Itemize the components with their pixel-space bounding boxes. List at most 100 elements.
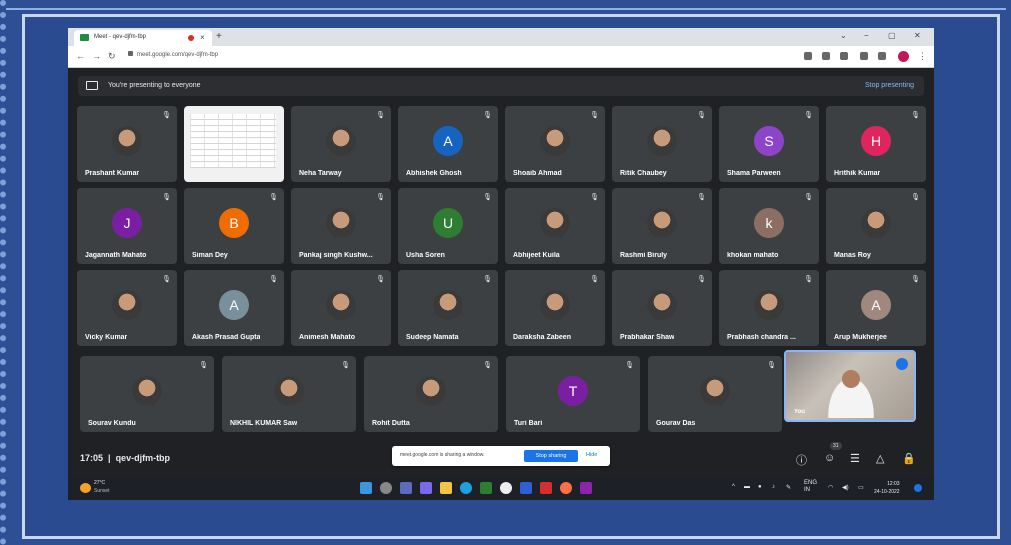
participant-tile[interactable]: 🎙 Pankaj singh Kushw... [291, 188, 391, 264]
self-video-tile[interactable]: You [784, 350, 916, 422]
participant-name: Shoaib Ahmad [513, 170, 562, 177]
volume-icon[interactable]: ◀) [842, 484, 849, 491]
avatar [540, 290, 570, 320]
participant-name: Jagannath Mahato [85, 252, 147, 259]
forward-arrow-icon[interactable]: → [92, 51, 101, 61]
stop-presenting-button[interactable]: Stop presenting [865, 82, 914, 89]
maximize-button[interactable]: ▢ [888, 31, 896, 40]
participant-tile[interactable]: 🎙 A Akash Prasad Gupta [184, 270, 284, 346]
chrome-icon[interactable] [500, 482, 512, 494]
mic-muted-icon: 🎙 [376, 194, 385, 201]
profile-avatar[interactable] [898, 51, 909, 62]
edge-icon[interactable] [460, 482, 472, 494]
extensions-icon[interactable] [860, 52, 868, 60]
mic-muted-icon: 🎙 [162, 112, 171, 119]
onenote-icon[interactable] [580, 482, 592, 494]
mic-muted-icon: 🎙 [911, 194, 920, 201]
share-icon[interactable] [822, 52, 830, 60]
participant-tile[interactable]: 🎙 Daraksha Zabeen [505, 270, 605, 346]
word-icon[interactable] [520, 482, 532, 494]
participant-tile[interactable]: 🎙 k khokan mahato [719, 188, 819, 264]
participant-tile[interactable]: 🎙 Abhijeet Kuila [505, 188, 605, 264]
people-icon[interactable]: ☺ [824, 452, 835, 464]
minimize-button[interactable]: − [864, 31, 869, 40]
participant-tile[interactable]: 🎙 H Hrithik Kumar [826, 106, 926, 182]
tray-chevron-icon[interactable]: ^ [732, 484, 735, 490]
participant-tile[interactable]: 🎙 A Arup Mukherjee [826, 270, 926, 346]
back-arrow-icon[interactable]: ← [76, 51, 85, 61]
mcafee-icon[interactable] [540, 482, 552, 494]
participant-name: Abhishek Ghosh [406, 170, 462, 177]
tab-search-icon[interactable]: ⌄ [840, 31, 847, 40]
participant-tile[interactable]: 🎙 Prabhash chandra ... [719, 270, 819, 346]
participant-tile[interactable]: 🎙 J Jagannath Mahato [77, 188, 177, 264]
participant-tile[interactable]: 🎙 Sudeep Namata [398, 270, 498, 346]
clock-time: 12:03 [887, 481, 900, 487]
close-window-button[interactable]: ✕ [914, 31, 921, 40]
store-icon[interactable] [480, 482, 492, 494]
lock-icon [128, 51, 133, 56]
kebab-menu-icon[interactable]: ⋮ [918, 51, 927, 62]
wifi-icon[interactable]: ◠ [828, 484, 833, 491]
participant-tile[interactable]: 🎙 Neha Tarway [291, 106, 391, 182]
participant-tile[interactable]: 🎙 A Abhishek Ghosh [398, 106, 498, 182]
participant-tile[interactable]: 🎙 Prabhakar Shaw [612, 270, 712, 346]
chrome-alt-icon[interactable] [560, 482, 572, 494]
participant-tile[interactable]: 🎙 S Shama Parween [719, 106, 819, 182]
file-explorer-icon[interactable] [440, 482, 452, 494]
meeting-time: 17:05 [80, 453, 104, 463]
weather-desc: Sunset [94, 488, 110, 494]
participant-tile[interactable]: 🎙 Manas Roy [826, 188, 926, 264]
avatar [433, 290, 463, 320]
stop-sharing-button[interactable]: Stop sharing [524, 450, 578, 462]
tray-pen-icon[interactable]: ✎ [786, 484, 791, 491]
participant-tile[interactable]: 🎙 Rashmi Biruly [612, 188, 712, 264]
participant-tile[interactable]: 🎙 Gourav Das [648, 356, 782, 432]
participant-name: Rashmi Biruly [620, 252, 668, 259]
sidepanel-icon[interactable] [878, 52, 886, 60]
more-options-icon[interactable] [896, 358, 908, 370]
language-indicator[interactable]: ENG IN [804, 480, 817, 494]
presenting-banner: You're presenting to everyone Stop prese… [78, 76, 924, 96]
participant-tile[interactable]: 🎙 Sourav Kundu [80, 356, 214, 432]
tray-mic-icon[interactable]: ♪ [772, 484, 775, 490]
new-tab-button[interactable]: + [216, 31, 222, 42]
teams-icon[interactable] [420, 482, 432, 494]
participant-tile[interactable]: 🎙 U Usha Soren [398, 188, 498, 264]
weather-temp: 27°C [94, 480, 106, 486]
activities-icon[interactable]: △ [876, 452, 884, 465]
url-field[interactable]: meet.google.com/qev-djfm-tbp [128, 51, 218, 58]
tray-battery-icon[interactable]: ▬ [744, 484, 750, 490]
participant-tile[interactable]: 🎙 Vicky Kumar [77, 270, 177, 346]
search-icon[interactable] [380, 482, 392, 494]
camera-icon[interactable] [804, 52, 812, 60]
participant-tile[interactable]: 🎙 Animesh Mahato [291, 270, 391, 346]
reload-icon[interactable]: ↻ [108, 51, 116, 62]
star-icon[interactable] [840, 52, 848, 60]
participant-tile[interactable]: 🎙 NIKHIL KUMAR Saw [222, 356, 356, 432]
info-icon[interactable]: ⓘ [796, 452, 807, 468]
chat-icon[interactable]: ☰ [850, 452, 860, 465]
task-view-icon[interactable] [400, 482, 412, 494]
mic-muted-icon: 🎙 [590, 112, 599, 119]
meet-favicon-icon [80, 34, 89, 41]
participant-tile[interactable]: 🎙 T Turi Bari [506, 356, 640, 432]
participant-tile[interactable]: 🎙 Prashant Kumar [77, 106, 177, 182]
start-icon[interactable] [360, 482, 372, 494]
battery-icon[interactable]: ▭ [858, 484, 864, 491]
notification-icon[interactable] [914, 484, 922, 492]
tab-close-icon[interactable]: × [200, 33, 205, 42]
participant-tile[interactable]: 🎙 Ritik Chaubey [612, 106, 712, 182]
presentation-tile[interactable] [184, 106, 284, 182]
mic-muted-icon: 🎙 [911, 276, 920, 283]
participant-tile[interactable]: 🎙 Rohit Dutta [364, 356, 498, 432]
system-clock[interactable]: 12:03 24-10-2022 [874, 480, 900, 496]
avatar [540, 208, 570, 238]
tray-app-icon[interactable]: ● [758, 484, 762, 490]
hide-button[interactable]: Hide [586, 452, 597, 458]
host-controls-lock-icon[interactable]: 🔒 [902, 452, 916, 465]
browser-tab[interactable]: Meet - qev-djfm-tbp × [74, 30, 212, 46]
participant-tile[interactable]: 🎙 Shoaib Ahmad [505, 106, 605, 182]
weather-icon[interactable] [80, 483, 91, 493]
participant-tile[interactable]: 🎙 B Siman Dey [184, 188, 284, 264]
